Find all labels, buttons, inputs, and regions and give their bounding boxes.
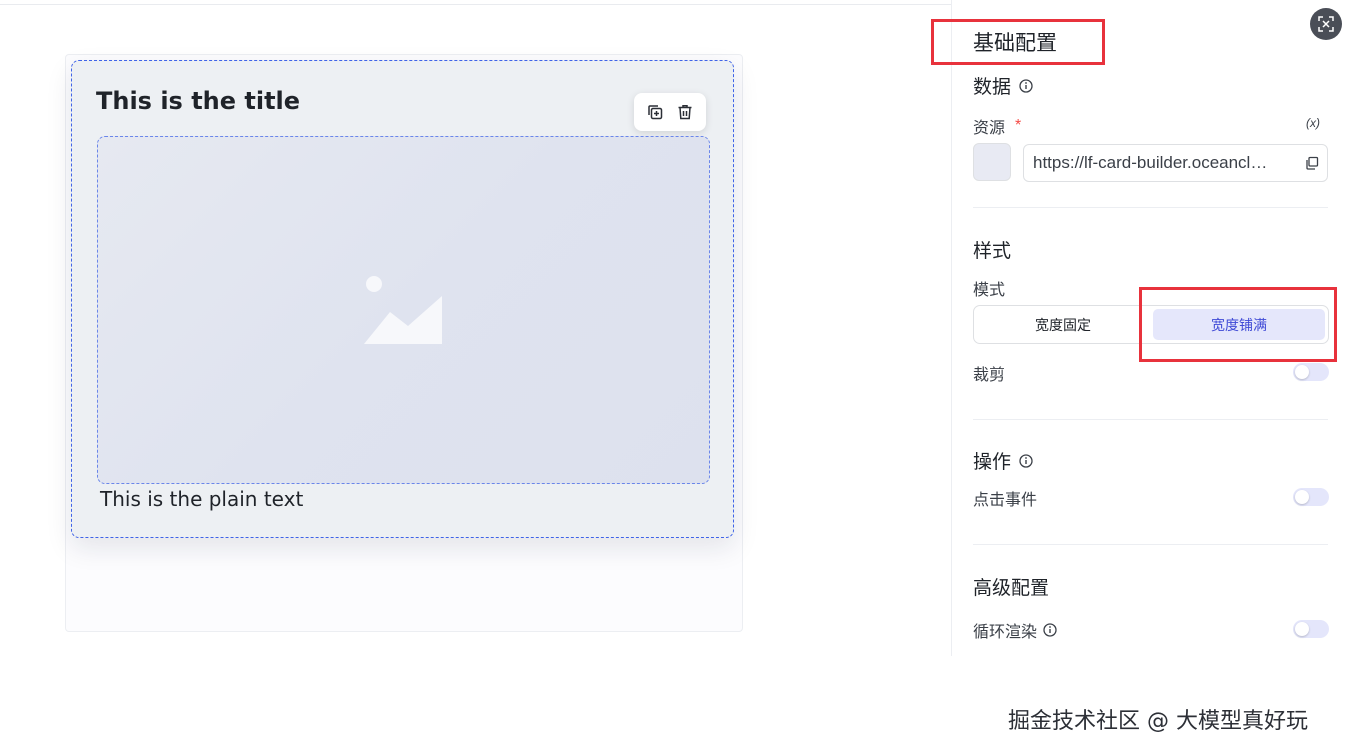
data-section-label: 数据 <box>973 77 1012 98</box>
resource-url-text[interactable]: https://lf-card-builder.oceancl… <box>1033 153 1297 173</box>
copy-icon <box>648 105 663 120</box>
action-section-label: 操作 <box>973 452 1012 473</box>
variable-binding-button[interactable]: (x) <box>1306 116 1320 130</box>
config-panel: 基础配置 数据 资源 * (x) https://lf-card-builder.… <box>951 0 1364 656</box>
copy-icon[interactable] <box>1305 156 1319 170</box>
section-divider <box>973 544 1328 545</box>
watermark: 掘金技术社区 @ 大模型真好玩 <box>1008 709 1308 734</box>
data-section-title: 数据 <box>973 72 1033 99</box>
collapse-icon <box>1318 16 1334 32</box>
section-divider <box>973 207 1328 208</box>
info-icon[interactable] <box>1043 623 1057 637</box>
resource-label-row: 资源 * <box>973 114 1021 138</box>
mode-option-fill[interactable]: 宽度铺满 <box>1153 309 1325 340</box>
action-section-title: 操作 <box>973 447 1033 474</box>
collapse-panel-button[interactable] <box>1310 8 1342 40</box>
loop-render-label: 循环渲染 <box>973 624 1038 641</box>
panel-title: 基础配置 <box>973 32 1057 55</box>
delete-component-button[interactable] <box>673 100 697 124</box>
click-event-label: 点击事件 <box>973 492 1038 509</box>
advanced-section-title: 高级配置 <box>973 578 1050 599</box>
card-title[interactable]: This is the title <box>96 87 300 115</box>
crop-label: 裁剪 <box>973 367 1006 384</box>
mode-label: 模式 <box>973 282 1006 299</box>
resource-label: 资源 <box>973 120 1006 137</box>
required-mark: * <box>1015 117 1022 134</box>
delete-icon <box>678 105 692 120</box>
card-plain-text[interactable]: This is the plain text <box>100 487 303 511</box>
loop-render-toggle[interactable] <box>1293 620 1329 638</box>
info-icon[interactable] <box>1019 78 1033 93</box>
crop-toggle[interactable] <box>1293 363 1329 381</box>
top-divider <box>0 4 951 5</box>
mode-segmented-control: 宽度固定 宽度铺满 <box>973 305 1329 344</box>
info-icon[interactable] <box>1019 453 1033 468</box>
image-placeholder-icon <box>363 276 442 344</box>
image-placeholder[interactable] <box>97 136 710 484</box>
resource-thumbnail[interactable] <box>973 143 1011 181</box>
copy-component-button[interactable] <box>643 100 667 124</box>
resource-url-field[interactable]: https://lf-card-builder.oceancl… <box>1023 144 1328 182</box>
mode-option-fixed[interactable]: 宽度固定 <box>977 309 1149 340</box>
section-divider <box>973 419 1328 420</box>
component-toolbar <box>634 93 706 131</box>
loop-render-label-row: 循环渲染 <box>973 618 1057 642</box>
card-component[interactable]: This is the title This is the plain text <box>71 60 734 538</box>
click-event-toggle[interactable] <box>1293 488 1329 506</box>
style-section-title: 样式 <box>973 241 1012 262</box>
